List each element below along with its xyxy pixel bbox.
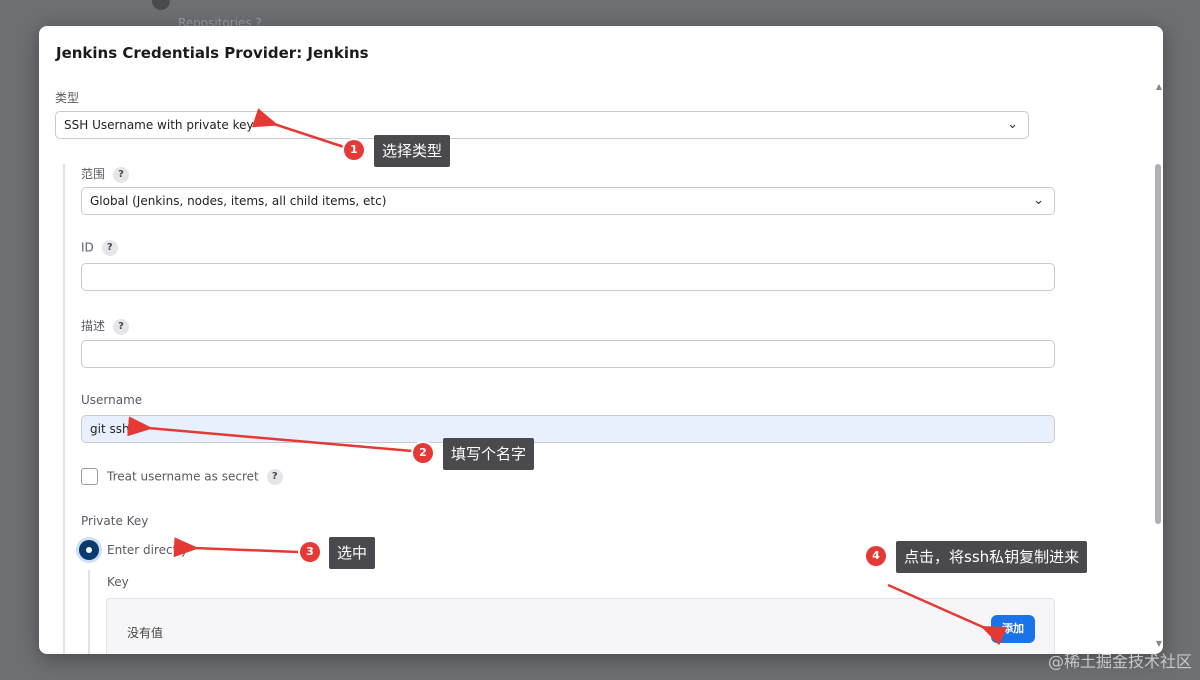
username-label: Username (81, 393, 143, 407)
scope-label-text: 范围 (81, 167, 106, 181)
id-label: ID? (81, 240, 118, 256)
treat-secret-label: Treat username as secret? (107, 469, 283, 485)
treat-secret-checkbox[interactable] (81, 468, 98, 485)
treat-secret-label-text: Treat username as secret (107, 469, 259, 484)
annotation-badge-4: 4 (866, 546, 886, 566)
id-label-text: ID (81, 240, 94, 255)
description-label: 描述? (81, 317, 130, 335)
scroll-thumb[interactable] (1155, 164, 1161, 524)
watermark: @稀土掘金技术社区 (1047, 652, 1192, 671)
key-value-box: 没有值 (106, 598, 1055, 654)
help-icon[interactable]: ? (113, 318, 130, 335)
annotation-badge-2: 2 (413, 443, 433, 463)
scroll-down-icon[interactable]: ▼ (1156, 639, 1162, 648)
scroll-up-icon[interactable]: ▲ (1156, 82, 1162, 91)
key-indent-line (88, 570, 90, 654)
add-key-button[interactable]: 添加 (991, 615, 1035, 643)
enter-directly-radio[interactable] (79, 540, 99, 560)
description-input[interactable] (81, 340, 1055, 368)
annotation-badge-3: 3 (300, 542, 320, 562)
scope-label: 范围? (81, 165, 130, 183)
kind-select[interactable]: SSH Username with private key ⌄ (55, 111, 1029, 139)
key-label: Key (107, 575, 129, 589)
annotation-tag-2: 填写个名字 (443, 438, 535, 470)
key-empty-text: 没有值 (127, 626, 164, 640)
kind-select-value: SSH Username with private key (64, 118, 254, 132)
chevron-down-icon: ⌄ (1007, 117, 1018, 132)
annotation-tag-4: 点击，将ssh私钥复制进来 (896, 541, 1088, 573)
annotation-tag-1: 选择类型 (374, 135, 451, 167)
enter-directly-label: Enter directly (107, 543, 188, 557)
scope-select-value: Global (Jenkins, nodes, items, all child… (90, 194, 387, 208)
scope-select[interactable]: Global (Jenkins, nodes, items, all child… (81, 187, 1055, 215)
annotation-tag-3: 选中 (329, 537, 376, 569)
dialog-title: Jenkins Credentials Provider: Jenkins (56, 44, 369, 62)
help-icon[interactable]: ? (101, 240, 118, 256)
help-icon[interactable]: ? (113, 166, 130, 183)
section-indent-line (63, 164, 65, 654)
backdrop-avatar (152, 0, 170, 10)
annotation-badge-1: 1 (344, 140, 364, 160)
description-label-text: 描述 (81, 319, 106, 333)
kind-label: 类型 (55, 91, 80, 105)
id-input[interactable] (81, 263, 1055, 291)
private-key-label: Private Key (81, 514, 149, 528)
chevron-down-icon: ⌄ (1033, 193, 1044, 208)
username-input[interactable]: git ssh (81, 415, 1055, 443)
help-icon[interactable]: ? (266, 469, 283, 485)
